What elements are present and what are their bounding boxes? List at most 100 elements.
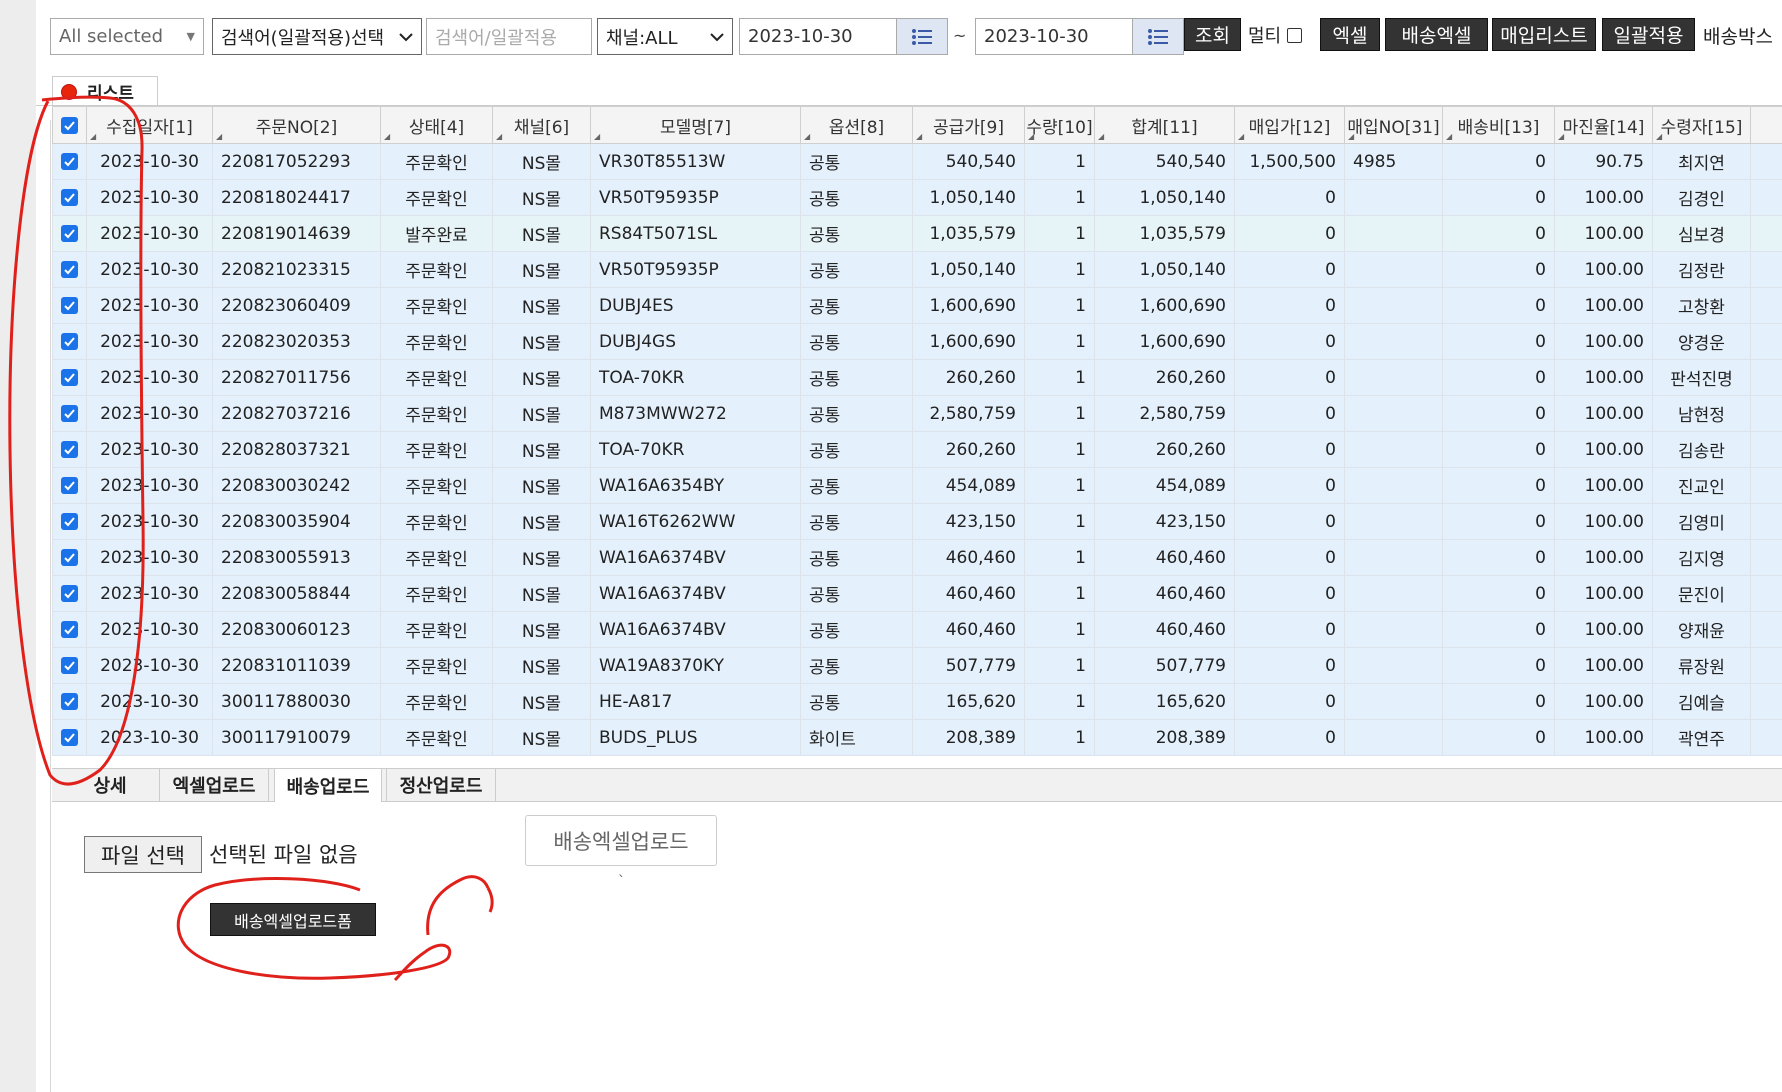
- row-checkbox[interactable]: [61, 297, 78, 314]
- overflow-cell: [1750, 647, 1782, 684]
- column-header[interactable]: ◢ 수량[10]: [1024, 106, 1095, 144]
- checkmark-icon: [64, 625, 75, 635]
- table-row[interactable]: 2023-10-30 220830060123 주문확인 NS몰 WA16A6374BV…: [52, 611, 1782, 648]
- margin-rate-cell: 100.00: [1554, 431, 1653, 468]
- keyword-input[interactable]: 검색어/일괄적용: [426, 18, 592, 55]
- table-row[interactable]: 2023-10-30 220823020353 주문확인 NS몰 DUBJ4GS 공통 1,…: [52, 323, 1782, 360]
- column-header[interactable]: ◢ 합계[11]: [1094, 106, 1235, 144]
- row-checkbox[interactable]: [61, 693, 78, 710]
- model-cell: VR50T95935P: [590, 251, 801, 288]
- table-row[interactable]: 2023-10-30 300117880030 주문확인 NS몰 HE-A817 공통 16…: [52, 683, 1782, 720]
- row-checkbox[interactable]: [61, 369, 78, 386]
- tab-list[interactable]: 리스트: [52, 76, 158, 106]
- row-checkbox[interactable]: [61, 153, 78, 170]
- keyword-type-select[interactable]: 검색어(일괄적용)선택: [212, 18, 422, 55]
- overflow-cell: [1750, 467, 1782, 504]
- table-row[interactable]: 2023-10-30 220830055913 주문확인 NS몰 WA16A6374BV…: [52, 539, 1782, 576]
- total-cell: 1,050,140: [1094, 179, 1235, 216]
- column-header[interactable]: ◢ 채널[6]: [492, 106, 591, 144]
- purchase-list-button[interactable]: 매입리스트: [1492, 18, 1596, 51]
- multiselect-dropdown[interactable]: All selected ▼: [50, 18, 204, 55]
- purchase-no-cell: [1344, 431, 1443, 468]
- collect-date-cell: 2023-10-30: [86, 647, 213, 684]
- search-button[interactable]: 조회: [1184, 18, 1241, 51]
- column-header[interactable]: ◢ 수집일자[1]: [86, 106, 213, 144]
- tab-excel-upload[interactable]: 엑셀업로드: [159, 769, 269, 801]
- row-checkbox[interactable]: [61, 225, 78, 242]
- date-to-picker-button[interactable]: [1132, 18, 1184, 55]
- row-checkbox[interactable]: [61, 189, 78, 206]
- channel-cell: NS몰: [492, 575, 591, 612]
- channel-cell: NS몰: [492, 323, 591, 360]
- select-all-header: [52, 106, 87, 144]
- row-select-cell: [52, 683, 87, 720]
- column-header-label: 수령자[15]: [1660, 117, 1743, 138]
- table-row[interactable]: 2023-10-30 220819014639 발주완료 NS몰 RS84T5071SL…: [52, 215, 1782, 252]
- annotation-arrow-tick: [486, 887, 494, 913]
- shipping-fee-cell: 0: [1442, 611, 1555, 648]
- multi-checkbox[interactable]: [1287, 27, 1303, 43]
- order-no-cell: 220830030242: [212, 467, 381, 504]
- option-cell: 공통: [800, 611, 913, 648]
- channel-cell: NS몰: [492, 611, 591, 648]
- delivery-excel-upload-form-button[interactable]: 배송엑셀업로드폼: [210, 903, 376, 936]
- row-checkbox[interactable]: [61, 657, 78, 674]
- tab-detail[interactable]: 상세: [62, 769, 158, 801]
- row-checkbox[interactable]: [61, 621, 78, 638]
- row-checkbox[interactable]: [61, 333, 78, 350]
- column-header[interactable]: ◢ 마진율[14]: [1554, 106, 1653, 144]
- bulk-apply-button[interactable]: 일괄적용: [1602, 18, 1695, 51]
- date-from-input[interactable]: 2023-10-30: [739, 18, 897, 55]
- purchase-no-cell: [1344, 503, 1443, 540]
- date-to-input[interactable]: 2023-10-30: [975, 18, 1133, 55]
- table-row[interactable]: 2023-10-30 220827037216 주문확인 NS몰 M873MWW272 공…: [52, 395, 1782, 432]
- table-row[interactable]: 2023-10-30 220823060409 주문확인 NS몰 DUBJ4ES 공통 1,…: [52, 287, 1782, 324]
- column-header[interactable]: ◢ 수령자[15]: [1652, 106, 1751, 144]
- column-header[interactable]: ◢ 옵션[8]: [800, 106, 913, 144]
- column-header[interactable]: ◢ 상태[4]: [380, 106, 493, 144]
- table-row[interactable]: 2023-10-30 300117910079 주문확인 NS몰 BUDS_PLUS 화이…: [52, 719, 1782, 756]
- tab-settlement-upload[interactable]: 정산업로드: [386, 769, 496, 801]
- row-checkbox[interactable]: [61, 729, 78, 746]
- row-select-cell: [52, 503, 87, 540]
- row-checkbox[interactable]: [61, 405, 78, 422]
- sort-triangle-icon: ◢: [1098, 132, 1105, 141]
- table-row[interactable]: 2023-10-30 220830058844 주문확인 NS몰 WA16A6374BV…: [52, 575, 1782, 612]
- delivery-excel-button[interactable]: 배송엑셀: [1385, 18, 1488, 51]
- table-row[interactable]: 2023-10-30 220827011756 주문확인 NS몰 TOA-70KR 공통 2…: [52, 359, 1782, 396]
- table-row[interactable]: 2023-10-30 220817052293 주문확인 NS몰 VR30T85513W…: [52, 143, 1782, 180]
- channel-select[interactable]: 채널:ALL: [597, 18, 733, 55]
- purchase-price-cell: 0: [1234, 467, 1345, 504]
- table-row[interactable]: 2023-10-30 220828037321 주문확인 NS몰 TOA-70KR 공통 2…: [52, 431, 1782, 468]
- file-select-button[interactable]: 파일 선택: [84, 836, 202, 873]
- multi-toggle[interactable]: 멀티: [1248, 22, 1303, 48]
- row-checkbox[interactable]: [61, 549, 78, 566]
- order-no-cell: 300117880030: [212, 683, 381, 720]
- row-checkbox[interactable]: [61, 513, 78, 530]
- date-from-picker-button[interactable]: [896, 18, 948, 55]
- margin-rate-cell: 100.00: [1554, 575, 1653, 612]
- row-checkbox[interactable]: [61, 441, 78, 458]
- row-checkbox[interactable]: [61, 477, 78, 494]
- table-row[interactable]: 2023-10-30 220831011039 주문확인 NS몰 WA19A8370KY…: [52, 647, 1782, 684]
- select-all-checkbox[interactable]: [61, 116, 78, 134]
- row-checkbox[interactable]: [61, 585, 78, 602]
- delivery-excel-upload-button[interactable]: 배송엑셀업로드: [525, 815, 717, 866]
- sort-triangle-icon: ◢: [1446, 132, 1453, 141]
- table-row[interactable]: 2023-10-30 220830030242 주문확인 NS몰 WA16A6354BY…: [52, 467, 1782, 504]
- column-header[interactable]: ◢ 주문NO[2]: [212, 106, 381, 144]
- table-row[interactable]: 2023-10-30 220821023315 주문확인 NS몰 VR50T95935P…: [52, 251, 1782, 288]
- column-header[interactable]: ◢ 공급가[9]: [912, 106, 1025, 144]
- column-header[interactable]: ◢ 매입NO[31]: [1344, 106, 1443, 144]
- table-row[interactable]: 2023-10-30 220818024417 주문확인 NS몰 VR50T95935P…: [52, 179, 1782, 216]
- sort-triangle-icon: ◢: [1348, 132, 1355, 141]
- excel-button[interactable]: 엑셀: [1320, 18, 1380, 51]
- tab-delivery-upload[interactable]: 배송업로드: [274, 769, 382, 802]
- column-header[interactable]: ◢ 배송비[13]: [1442, 106, 1555, 144]
- shipping-fee-cell: 0: [1442, 719, 1555, 756]
- table-row[interactable]: 2023-10-30 220830035904 주문확인 NS몰 WA16T6262WW…: [52, 503, 1782, 540]
- row-checkbox[interactable]: [61, 261, 78, 278]
- no-file-label: 선택된 파일 없음: [209, 843, 358, 867]
- column-header[interactable]: ◢ 매입가[12]: [1234, 106, 1345, 144]
- column-header[interactable]: ◢ 모델명[7]: [590, 106, 801, 144]
